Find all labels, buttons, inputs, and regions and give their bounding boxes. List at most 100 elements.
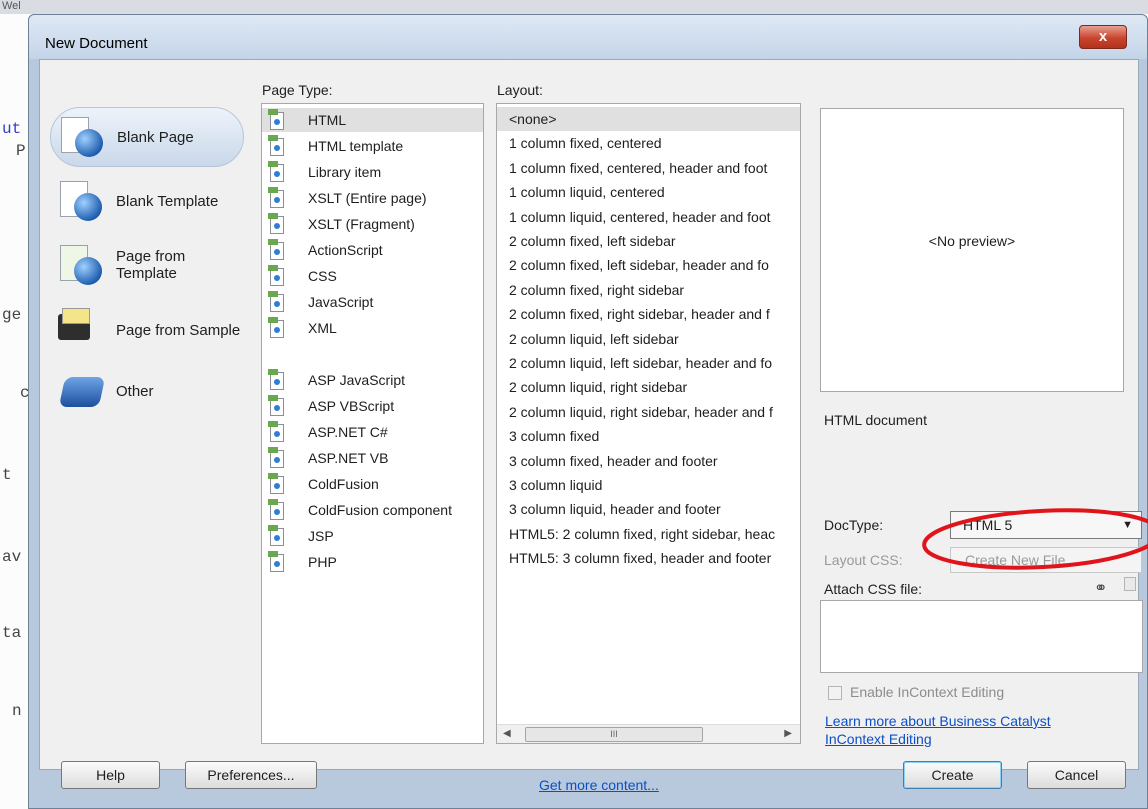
page-type-item[interactable]: JavaScript xyxy=(262,290,483,314)
scroll-left-icon[interactable]: ◀ xyxy=(503,728,511,739)
layout-item[interactable]: 3 column fixed xyxy=(497,424,800,448)
page-type-item-label: JavaScript xyxy=(308,294,374,310)
layout-item[interactable]: 2 column fixed, right sidebar xyxy=(497,278,800,302)
page-type-item-label: ColdFusion component xyxy=(308,502,452,518)
close-icon: x xyxy=(1098,28,1108,45)
page-type-item[interactable]: XML xyxy=(262,316,483,340)
file-type-icon xyxy=(268,265,284,287)
file-type-icon xyxy=(268,473,284,495)
create-button[interactable]: Create xyxy=(903,761,1002,789)
layout-item[interactable]: 2 column liquid, right sidebar xyxy=(497,375,800,399)
layout-item-label: 2 column liquid, right sidebar, header a… xyxy=(509,403,773,420)
page-type-item[interactable]: ColdFusion xyxy=(262,472,483,496)
page-type-item[interactable]: ASP.NET C# xyxy=(262,420,483,444)
scroll-right-icon[interactable]: ▶ xyxy=(784,728,792,739)
page-type-item[interactable]: XSLT (Fragment) xyxy=(262,212,483,236)
learn-more-link[interactable]: Learn more about Business Catalyst InCon… xyxy=(825,712,1095,748)
page-type-item-label: HTML template xyxy=(308,138,404,154)
category-blank-template[interactable]: Blank Template xyxy=(50,172,242,230)
file-type-icon xyxy=(268,317,284,339)
layout-item-label: HTML5: 3 column fixed, header and footer xyxy=(509,550,772,567)
page-type-item-label: ColdFusion xyxy=(308,476,379,492)
layout-horizontal-scrollbar[interactable]: ◀ III ▶ xyxy=(497,724,800,743)
layout-item[interactable]: 1 column fixed, centered xyxy=(497,131,800,155)
close-button[interactable]: x xyxy=(1079,25,1127,49)
page-type-item[interactable]: HTML xyxy=(262,108,483,132)
code-fragment: n xyxy=(12,702,22,720)
layout-item-label: 1 column liquid, centered, header and fo… xyxy=(509,208,771,225)
page-type-item[interactable]: ActionScript xyxy=(262,238,483,262)
chain-link-icon[interactable]: ⚭ xyxy=(1094,578,1107,598)
layout-css-value: Create New File xyxy=(965,552,1066,568)
file-type-icon xyxy=(268,525,284,547)
cancel-button[interactable]: Cancel xyxy=(1027,761,1126,789)
code-fragment: ge xyxy=(2,306,22,324)
layout-item-label: 3 column fixed xyxy=(509,428,600,445)
preview-description: HTML document xyxy=(824,412,927,428)
layout-item-label: 2 column fixed, right sidebar, header an… xyxy=(509,306,770,323)
page-type-item[interactable]: HTML template xyxy=(262,134,483,158)
dialog-title: New Document xyxy=(45,35,148,52)
layout-item[interactable]: 3 column liquid xyxy=(497,473,800,497)
page-type-item[interactable]: CSS xyxy=(262,264,483,288)
layout-item[interactable]: 1 column liquid, centered, header and fo… xyxy=(497,205,800,229)
page-type-item[interactable]: JSP xyxy=(262,524,483,548)
page-type-item[interactable]: ASP VBScript xyxy=(262,394,483,418)
file-type-icon xyxy=(268,109,284,131)
page-type-item[interactable]: PHP xyxy=(262,550,483,574)
page-type-item[interactable]: ASP JavaScript xyxy=(262,368,483,392)
create-button-label: Create xyxy=(931,767,974,783)
layout-item-label: 3 column liquid xyxy=(509,477,603,493)
layout-item-label: 3 column liquid, header and footer xyxy=(509,501,721,518)
layout-item[interactable]: 2 column liquid, right sidebar, header a… xyxy=(497,400,800,424)
dialog-body: Blank Page Blank Template Page from Temp… xyxy=(39,59,1148,770)
new-document-dialog: New Document x Blank Page Blank Template… xyxy=(28,14,1148,809)
category-other[interactable]: Other xyxy=(50,362,242,420)
layout-item[interactable]: 1 column fixed, centered, header and foo… xyxy=(497,156,800,180)
layout-item[interactable]: 2 column fixed, left sidebar xyxy=(497,229,800,253)
category-label: Page from Template xyxy=(116,248,186,282)
attach-css-label: Attach CSS file: xyxy=(824,581,923,597)
doctype-select[interactable]: HTML 5 ▼ xyxy=(950,511,1142,539)
category-blank-page[interactable]: Blank Page xyxy=(50,107,244,167)
layout-item[interactable]: 1 column liquid, centered xyxy=(497,180,800,204)
layout-item-label: HTML5: 2 column fixed, right sidebar, he… xyxy=(509,525,776,542)
layout-item[interactable]: 3 column liquid, header and footer xyxy=(497,497,800,521)
layout-item-label: 2 column liquid, right sidebar xyxy=(509,379,688,396)
code-fragment: t xyxy=(2,466,12,484)
page-type-item[interactable]: ASP.NET VB xyxy=(262,446,483,470)
layout-item[interactable]: <none> xyxy=(497,107,800,131)
background-tab-strip: Wel xyxy=(0,0,1148,14)
help-button[interactable]: Help xyxy=(61,761,160,789)
layout-item[interactable]: HTML5: 2 column fixed, right sidebar, he… xyxy=(497,522,800,546)
page-type-item[interactable]: XSLT (Entire page) xyxy=(262,186,483,210)
preferences-button[interactable]: Preferences... xyxy=(185,761,317,789)
attached-css-list[interactable] xyxy=(820,600,1143,673)
layout-item-label: 2 column liquid, left sidebar, header an… xyxy=(509,355,773,371)
code-fragment: ut xyxy=(2,120,22,138)
layout-item[interactable]: 2 column fixed, left sidebar, header and… xyxy=(497,253,800,277)
scroll-thumb-grip: III xyxy=(610,729,618,739)
category-page-from-sample[interactable]: Page from Sample xyxy=(50,301,242,359)
layout-item[interactable]: 2 column fixed, right sidebar, header an… xyxy=(497,302,800,326)
file-type-icon xyxy=(268,187,284,209)
scroll-thumb[interactable]: III xyxy=(525,727,703,742)
incontext-checkbox-label: Enable InContext Editing xyxy=(850,684,1005,700)
layout-list[interactable]: <none> 1 column fixed, centered 1 column f… xyxy=(496,103,801,744)
code-fragment: av xyxy=(2,548,22,566)
category-label: Page from Sample xyxy=(116,321,241,339)
page-type-item-label: ASP VBScript xyxy=(308,398,395,414)
category-page-from-template[interactable]: Page from Template xyxy=(50,236,242,294)
page-type-item[interactable]: Library item xyxy=(262,160,483,184)
preferences-button-label: Preferences... xyxy=(207,767,295,783)
blank-page-icon xyxy=(57,111,109,163)
preview-placeholder: <No preview> xyxy=(928,233,1016,249)
layout-item[interactable]: 2 column liquid, left sidebar, header an… xyxy=(497,351,800,375)
page-type-item[interactable]: ColdFusion component xyxy=(262,498,483,522)
page-type-list[interactable]: HTML HTML template Library item XSLT (Entir… xyxy=(261,103,484,744)
layout-item[interactable]: 3 column fixed, header and footer xyxy=(497,449,800,473)
get-more-content-link[interactable]: Get more content... xyxy=(539,777,659,793)
layout-item[interactable]: 2 column liquid, left sidebar xyxy=(497,327,800,351)
layout-item[interactable]: HTML5: 3 column fixed, header and footer xyxy=(497,546,800,570)
layout-item-label: 1 column fixed, centered xyxy=(509,135,662,152)
